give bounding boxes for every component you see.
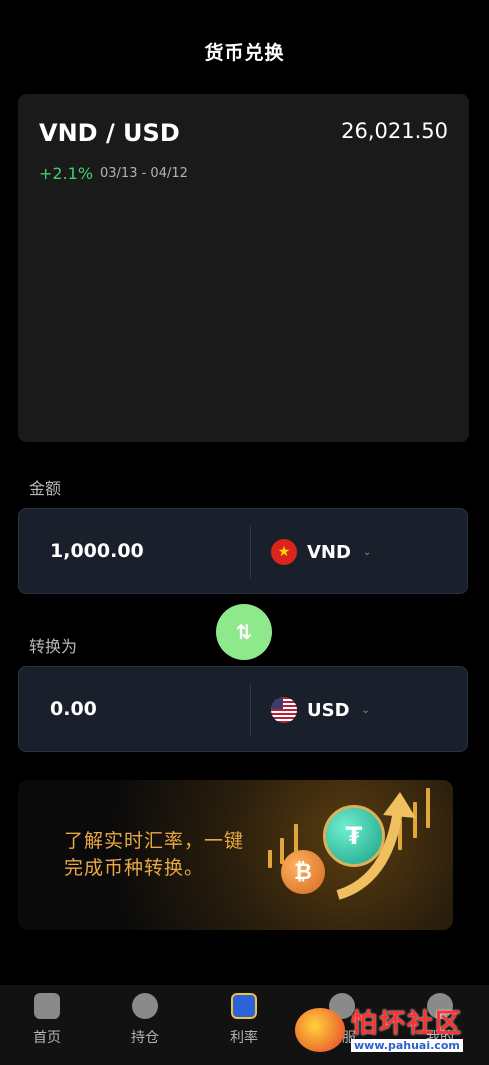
- swap-button[interactable]: ⇅: [216, 604, 272, 660]
- page-title: 货币兑换: [204, 42, 285, 64]
- us-flag-icon: [271, 697, 297, 723]
- usdt-coin-icon: ₮: [323, 805, 385, 867]
- watermark: 怕坏社区 www.pahuai.com: [295, 1008, 464, 1052]
- watermark-url: www.pahuai.com: [351, 1038, 464, 1052]
- nav-label: 利率: [230, 1030, 258, 1046]
- banner-line-2: 完成币种转换。: [64, 857, 205, 879]
- nav-label: 持仓: [131, 1030, 159, 1046]
- exchange-rate-value: 26,021.50: [341, 119, 448, 143]
- nav-item-holdings[interactable]: 持仓: [110, 993, 180, 1047]
- vietnam-flag-icon: ★: [271, 539, 297, 565]
- to-currency-select[interactable]: USD ⌄: [271, 697, 370, 723]
- banner-line-1: 了解实时汇率，一键: [64, 830, 245, 852]
- nav-item-home[interactable]: 首页: [12, 993, 82, 1047]
- from-amount-input[interactable]: 1,000.00: [50, 540, 144, 562]
- date-range: 03/13 - 04/12: [100, 166, 188, 181]
- amount-label: 金额: [29, 479, 62, 498]
- bitcoin-coin-icon: ₿: [281, 850, 325, 894]
- rate-change: +2.1%: [39, 164, 94, 183]
- from-currency-code: VND: [307, 541, 351, 563]
- holdings-icon: [132, 993, 158, 1019]
- currency-pair: VND / USD: [39, 119, 180, 147]
- divider: [250, 526, 251, 578]
- nav-item-rate[interactable]: 利率: [209, 993, 279, 1047]
- promo-banner[interactable]: 了解实时汇率，一键 完成币种转换。 ₮ ₿: [18, 780, 453, 930]
- watermark-logo-icon: [295, 1008, 345, 1052]
- nav-label: 首页: [33, 1030, 61, 1046]
- divider: [250, 684, 251, 736]
- to-currency-code: USD: [307, 699, 350, 721]
- watermark-name: 怕坏社区: [351, 1008, 464, 1039]
- convert-to-label: 转换为: [29, 637, 78, 656]
- to-amount-box: 0.00 USD ⌄: [18, 666, 468, 752]
- rate-icon: [231, 993, 257, 1019]
- banner-text: 了解实时汇率，一键 完成币种转换。: [64, 828, 244, 882]
- home-icon: [34, 993, 60, 1019]
- swap-vertical-icon: ⇅: [235, 620, 253, 644]
- chevron-down-icon: ⌄: [361, 704, 370, 716]
- from-currency-select[interactable]: ★ VND ⌄: [271, 539, 371, 565]
- chevron-down-icon: ⌄: [362, 546, 372, 558]
- exchange-rate-chart-card: VND / USD 26,021.50 +2.1% 03/13 - 04/12: [18, 94, 469, 442]
- from-amount-box: 1,000.00 ★ VND ⌄: [18, 508, 468, 594]
- to-amount-value: 0.00: [50, 698, 97, 720]
